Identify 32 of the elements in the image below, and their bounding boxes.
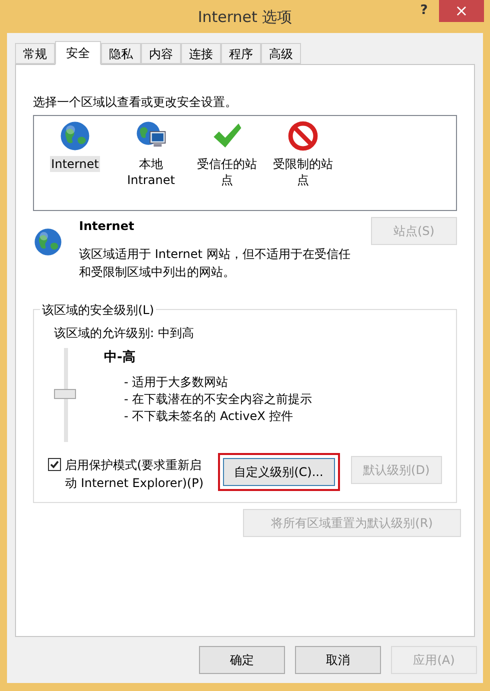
level-name: 中-高 <box>104 348 136 367</box>
tab[interactable]: 安全 <box>55 41 101 65</box>
checkmark-icon <box>50 460 59 469</box>
help-button[interactable]: ? <box>409 0 439 22</box>
allowed-level: 该区域的允许级别: 中到高 <box>54 325 195 342</box>
tab[interactable]: 程序 <box>221 43 261 64</box>
level-description: - 不下载未签名的 ActiveX 控件 <box>124 408 294 424</box>
dialog-button[interactable]: 确定 <box>199 646 285 674</box>
globe-icon <box>33 227 63 257</box>
tab[interactable]: 常规 <box>15 43 55 64</box>
protected-mode-checkbox[interactable] <box>48 458 61 471</box>
tab[interactable]: 连接 <box>181 43 221 64</box>
zone-label[interactable]: 受信任的站点 <box>192 156 262 188</box>
level-description: - 在下载潜在的不安全内容之前提示 <box>124 390 312 408</box>
window-title: Internet 选项 <box>198 7 292 28</box>
tab[interactable]: 隐私 <box>101 43 141 64</box>
level-description: - 适用于大多数网站 <box>124 374 230 390</box>
zone-label[interactable]: 受限制的站点 <box>268 156 338 188</box>
checkbox-label: 启用保护模式(要求重新启动 Internet Explorer)(P) <box>65 457 205 492</box>
custom-level-button[interactable]: 自定义级别(C)... <box>222 458 335 486</box>
dialog-button[interactable]: 取消 <box>295 646 381 674</box>
zone-description: 该区域适用于 Internet 网站，但不适用于在受信任和受限制区域中列出的网站。 <box>79 246 352 281</box>
globe-icon <box>59 120 91 152</box>
zone-prompt: 选择一个区域以查看或更改安全设置。 <box>33 94 238 111</box>
no-entry-icon <box>287 120 319 152</box>
zone-label[interactable]: 本地 Intranet <box>116 156 186 188</box>
zone-title: Internet <box>79 218 136 235</box>
close-button[interactable]: × <box>439 0 484 22</box>
tab[interactable]: 内容 <box>141 43 181 64</box>
group-label: 该区域的安全级别(L) <box>40 301 156 319</box>
zone-label[interactable]: Internet <box>50 156 100 172</box>
tab[interactable]: 高级 <box>261 43 301 64</box>
